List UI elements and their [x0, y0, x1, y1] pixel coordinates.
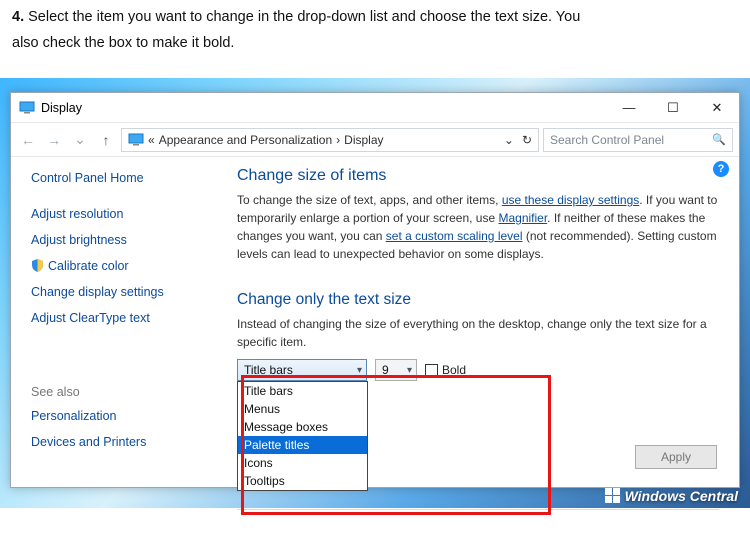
navigation-bar: ← → ⌄ ↑ « Appearance and Personalization…: [11, 123, 739, 157]
dropdown-option[interactable]: Palette titles: [238, 436, 367, 454]
sidebar-calibrate-color[interactable]: Calibrate color: [31, 259, 213, 273]
link-magnifier[interactable]: Magnifier: [498, 211, 547, 225]
instruction-text: 4. Select the item you want to change in…: [0, 0, 750, 64]
minimize-button[interactable]: —: [607, 93, 651, 123]
step-number: 4.: [12, 9, 24, 25]
dropdown-option[interactable]: Tooltips: [238, 472, 367, 490]
sidebar-home[interactable]: Control Panel Home: [31, 171, 213, 185]
chevron-down-icon: ▾: [407, 365, 412, 376]
size-dropdown-value: 9: [382, 363, 389, 377]
breadcrumb[interactable]: « Appearance and Personalization › Displ…: [121, 128, 539, 152]
shield-icon: [31, 259, 44, 272]
breadcrumb-laquo: «: [148, 133, 155, 147]
checkbox-box: [425, 364, 438, 377]
close-button[interactable]: ✕: [695, 93, 739, 123]
dropdown-option[interactable]: Menus: [238, 400, 367, 418]
window-title: Display: [41, 101, 82, 115]
chevron-down-icon: ▾: [357, 365, 362, 376]
window-buttons: — ☐ ✕: [607, 93, 739, 123]
breadcrumb-chevron-icon[interactable]: ⌄: [504, 133, 514, 147]
watermark: Windows Central: [605, 488, 738, 504]
window-titlebar[interactable]: Display — ☐ ✕: [11, 93, 739, 123]
breadcrumb-segment[interactable]: Appearance and Personalization: [159, 133, 332, 147]
back-button[interactable]: ←: [17, 132, 39, 148]
paragraph-change-size: To change the size of text, apps, and ot…: [237, 191, 719, 263]
forward-button[interactable]: →: [43, 132, 65, 148]
sidebar-adjust-brightness[interactable]: Adjust brightness: [31, 233, 213, 247]
breadcrumb-segment[interactable]: Display: [344, 133, 383, 147]
sidebar-change-display-settings[interactable]: Change display settings: [31, 285, 213, 299]
see-also-label: See also: [31, 385, 213, 399]
item-dropdown[interactable]: Title bars ▾: [237, 359, 367, 381]
main-content: Change size of items To change the size …: [231, 157, 739, 487]
sidebar: Control Panel Home Adjust resolution Adj…: [11, 157, 231, 487]
up-button[interactable]: ↑: [95, 132, 117, 148]
separator: [237, 509, 719, 510]
item-dropdown-list[interactable]: Title barsMenusMessage boxesPalette titl…: [237, 381, 368, 491]
heading-change-size: Change size of items: [237, 167, 719, 185]
desktop-wallpaper: Display — ☐ ✕ ← → ⌄ ↑ « Appearance and P…: [0, 78, 750, 508]
control-panel-window: Display — ☐ ✕ ← → ⌄ ↑ « Appearance and P…: [10, 92, 740, 488]
refresh-button[interactable]: ↻: [522, 133, 532, 147]
bold-checkbox[interactable]: Bold: [425, 363, 466, 377]
size-dropdown[interactable]: 9 ▾: [375, 359, 417, 381]
sidebar-personalization[interactable]: Personalization: [31, 409, 213, 423]
dropdown-option[interactable]: Icons: [238, 454, 367, 472]
link-display-settings[interactable]: use these display settings: [502, 193, 639, 207]
sidebar-adjust-cleartype[interactable]: Adjust ClearType text: [31, 311, 213, 325]
maximize-button[interactable]: ☐: [651, 93, 695, 123]
sidebar-adjust-resolution[interactable]: Adjust resolution: [31, 207, 213, 221]
bold-label: Bold: [442, 363, 466, 377]
search-input[interactable]: Search Control Panel 🔍: [543, 128, 733, 152]
display-icon: [128, 133, 144, 146]
heading-text-size: Change only the text size: [237, 291, 719, 309]
recent-chevron-icon[interactable]: ⌄: [69, 131, 91, 148]
search-icon: 🔍: [712, 133, 726, 146]
apply-button[interactable]: Apply: [635, 445, 717, 469]
windows-logo-icon: [605, 488, 621, 504]
dropdown-option[interactable]: Title bars: [238, 382, 367, 400]
search-placeholder: Search Control Panel: [550, 133, 664, 147]
item-dropdown-value: Title bars: [244, 363, 293, 377]
breadcrumb-separator: ›: [336, 133, 340, 147]
dropdown-option[interactable]: Message boxes: [238, 418, 367, 436]
link-custom-scaling[interactable]: set a custom scaling level: [386, 229, 523, 243]
display-icon: [19, 101, 35, 114]
paragraph-text-size: Instead of changing the size of everythi…: [237, 315, 719, 351]
text-size-controls: Title bars ▾ 9 ▾ Bold Title barsMenusMes…: [237, 359, 719, 381]
sidebar-devices-printers[interactable]: Devices and Printers: [31, 435, 213, 449]
